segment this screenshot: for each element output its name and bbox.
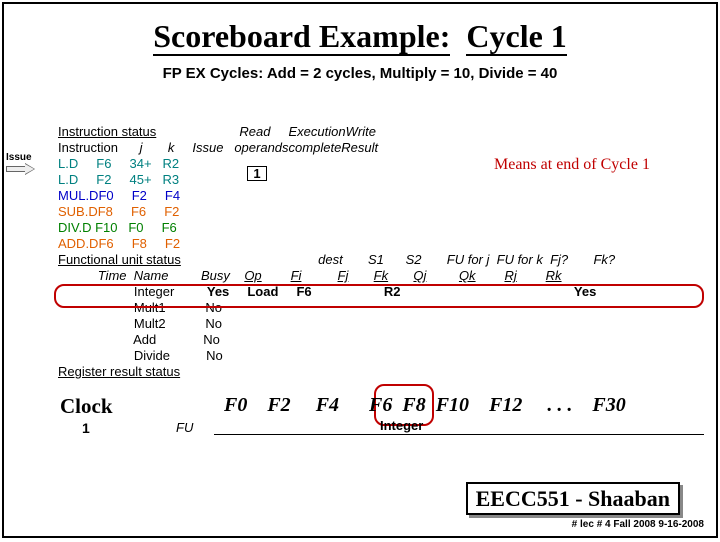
- i4-op: DIV.D: [58, 220, 91, 235]
- footer-text: EECC551 - Shaaban: [466, 482, 680, 515]
- hdr-reg-status: Register result status: [58, 364, 180, 379]
- reg-f12: F12: [489, 394, 522, 416]
- highlight-fu-row: [54, 284, 704, 308]
- i5-d: F6: [98, 236, 113, 251]
- i1-d: F2: [96, 172, 111, 187]
- note-text: Means at end of Cycle 1: [494, 156, 650, 174]
- hdr-instruction: Instruction: [58, 140, 118, 155]
- i2-d: F0: [98, 188, 113, 203]
- i1-j: 45+: [130, 172, 152, 187]
- hdr-instr-status: Instruction status: [58, 124, 156, 139]
- fu3-name: Add: [133, 332, 156, 347]
- i1-k: R3: [162, 172, 179, 187]
- fu-label: FU: [176, 420, 193, 435]
- hdr-issue: Issue: [192, 140, 223, 155]
- i5-j: F8: [132, 236, 147, 251]
- issue-value-box: 1: [247, 166, 267, 181]
- hdr-dest: dest: [318, 252, 343, 267]
- i4-d: F10: [95, 220, 117, 235]
- i4-k: F6: [162, 220, 177, 235]
- hdr-name: Name: [134, 268, 169, 283]
- hdr-time: Time: [98, 268, 127, 283]
- reg-f10: F10: [436, 394, 469, 416]
- i0-d: F6: [96, 156, 111, 171]
- hdr-rk: Rk: [546, 268, 562, 283]
- fu4-busy: No: [206, 348, 223, 363]
- hdr-qj: Qj: [413, 268, 426, 283]
- hdr-s1: S1: [368, 252, 384, 267]
- page-title: Scoreboard Example: Cycle 1: [4, 4, 716, 55]
- reg-underline: [214, 434, 704, 435]
- i2-op: MUL.D: [58, 188, 98, 203]
- clock-value: 1: [82, 420, 90, 436]
- i4-j: F0: [128, 220, 143, 235]
- reg-f0: F0: [224, 394, 247, 416]
- hdr-s2: S2: [406, 252, 422, 267]
- issue-arrow-label: Issue: [6, 152, 32, 163]
- footer: EECC551 - Shaaban: [466, 486, 680, 512]
- hdr-qk: Qk: [459, 268, 476, 283]
- hdr-complete: complete: [289, 140, 342, 155]
- i3-op: SUB.D: [58, 204, 98, 219]
- hdr-rj: Rj: [504, 268, 516, 283]
- reg-f2: F2: [267, 394, 290, 416]
- reg-dots: . . .: [547, 394, 572, 416]
- i3-k: F2: [164, 204, 179, 219]
- i3-d: F8: [98, 204, 113, 219]
- reg-header: F0 F2 F4 F6 F8 F10 F12 . . . F30: [224, 394, 626, 417]
- hdr-op: Op: [244, 268, 261, 283]
- hdr-fu-status: Functional unit status: [58, 252, 181, 267]
- hdr-read: Read: [239, 124, 270, 139]
- issue-value: 1: [253, 166, 260, 181]
- i5-k: F2: [165, 236, 180, 251]
- title-a: Scoreboard Example:: [153, 18, 450, 56]
- clock-label: Clock: [60, 394, 113, 419]
- i0-j: 34+: [130, 156, 152, 171]
- hdr-fk: Fk: [374, 268, 388, 283]
- fu2-busy: No: [205, 316, 222, 331]
- footer-meta: # lec # 4 Fall 2008 9-16-2008: [572, 519, 704, 530]
- arrow-icon: [6, 164, 34, 176]
- i3-j: F6: [131, 204, 146, 219]
- fu2-name: Mult2: [134, 316, 166, 331]
- hdr-fi: Fi: [291, 268, 302, 283]
- hdr-fuj: FU for j: [447, 252, 490, 267]
- hdr-result: Result: [341, 140, 378, 155]
- hdr-busy: Busy: [201, 268, 230, 283]
- hdr-exec: Execution: [289, 124, 346, 139]
- hdr-fkq: Fk?: [593, 252, 615, 267]
- reg-f30: F30: [592, 394, 625, 416]
- fu4-name: Divide: [134, 348, 170, 363]
- i0-op: L.D: [58, 156, 78, 171]
- reg-f6: F6: [369, 394, 392, 416]
- hdr-fj: Fj: [338, 268, 349, 283]
- reg-f4: F4: [316, 394, 339, 416]
- i2-k: F4: [165, 188, 180, 203]
- reg-f8: F8: [402, 394, 425, 416]
- i1-op: L.D: [58, 172, 78, 187]
- fu3-busy: No: [203, 332, 220, 347]
- hdr-fuk: FU for k: [497, 252, 543, 267]
- hdr-write: Write: [346, 124, 376, 139]
- reg-value-integer: Integer: [380, 418, 423, 433]
- i5-op: ADD.D: [58, 236, 98, 251]
- hdr-operands: operands: [234, 140, 288, 155]
- hdr-fjq: Fj?: [550, 252, 568, 267]
- i0-k: R2: [162, 156, 179, 171]
- title-b: Cycle 1: [466, 18, 566, 56]
- subtitle: FP EX Cycles: Add = 2 cycles, Multiply =…: [4, 65, 716, 82]
- i2-j: F2: [132, 188, 147, 203]
